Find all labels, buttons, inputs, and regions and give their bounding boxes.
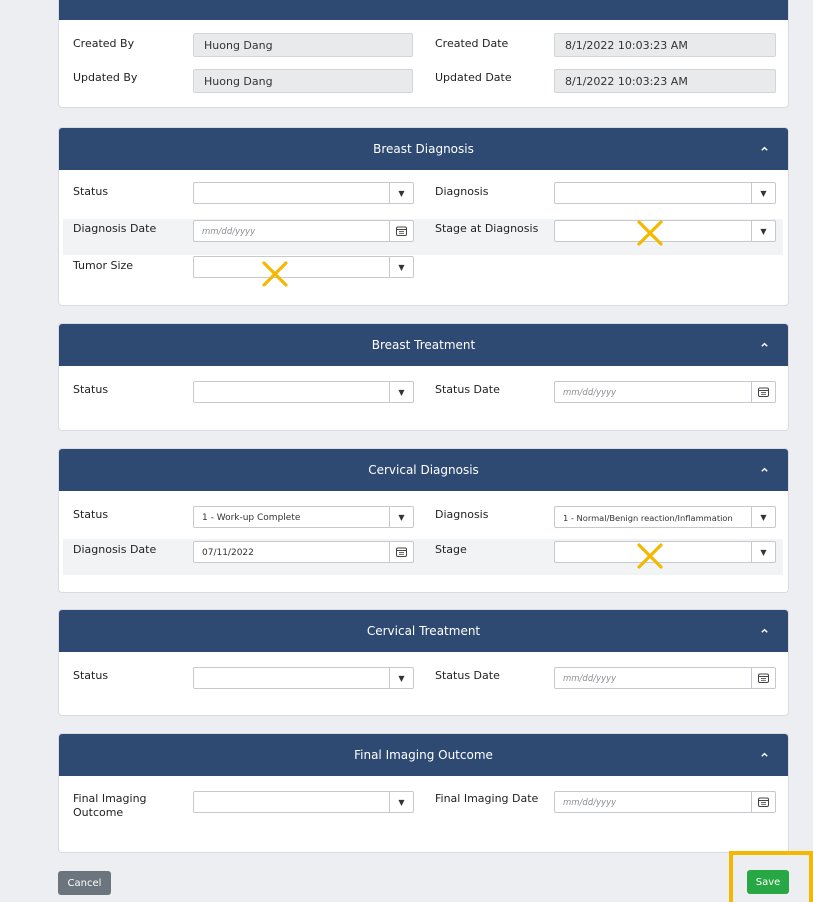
fi-outcome-select[interactable]: ▼: [193, 791, 414, 813]
breast-diagnosis-title: Breast Diagnosis: [373, 142, 474, 156]
breast-diagnosis-card: Breast Diagnosis Status ▼ Diagnosis ▼ Di…: [58, 127, 789, 306]
audit-card: Created By Huong Dang Created Date 8/1/2…: [58, 0, 789, 108]
caret-down-icon[interactable]: ▼: [389, 183, 413, 203]
fi-date-input[interactable]: mm/dd/yyyy: [554, 791, 776, 813]
cervical-treatment-title: Cervical Treatment: [366, 624, 481, 638]
cervical-treatment-card: Cervical Treatment Status ▼ Status Date …: [58, 609, 789, 716]
bd-date-input[interactable]: mm/dd/yyyy: [193, 220, 414, 242]
calendar-icon[interactable]: [389, 221, 413, 241]
caret-down-icon[interactable]: ▼: [389, 257, 413, 277]
ct-date-placeholder: mm/dd/yyyy: [563, 674, 617, 684]
bt-date-input[interactable]: mm/dd/yyyy: [554, 381, 776, 403]
updated-date-value: 8/1/2022 10:03:23 AM: [565, 75, 688, 88]
fi-outcome-label-line1: Final Imaging: [73, 792, 147, 805]
created-by-field: Huong Dang: [193, 33, 413, 57]
cervical-diagnosis-card: Cervical Diagnosis Status 1 - Work-up Co…: [58, 448, 789, 593]
save-button[interactable]: Save: [747, 870, 789, 894]
fi-outcome-label: Final Imaging Outcome: [73, 792, 147, 820]
bd-diagnosis-label: Diagnosis: [435, 185, 489, 198]
calendar-icon[interactable]: [751, 382, 775, 402]
calendar-icon[interactable]: [751, 792, 775, 812]
created-by-label: Created By: [73, 37, 135, 50]
breast-treatment-card: Breast Treatment Status ▼ Status Date mm…: [58, 323, 789, 431]
updated-by-field: Huong Dang: [193, 69, 413, 93]
bt-status-label: Status: [73, 383, 109, 396]
cd-stage-select[interactable]: ▼: [554, 541, 776, 563]
chevron-up-icon[interactable]: [760, 750, 769, 759]
chevron-up-icon[interactable]: [760, 340, 769, 349]
ct-date-input[interactable]: mm/dd/yyyy: [554, 667, 776, 689]
bd-stage-select[interactable]: ▼: [554, 220, 776, 242]
caret-down-icon[interactable]: ▼: [751, 221, 775, 241]
caret-down-icon[interactable]: ▼: [389, 792, 413, 812]
caret-down-icon[interactable]: ▼: [751, 183, 775, 203]
breast-treatment-header[interactable]: Breast Treatment: [59, 324, 788, 366]
cervical-diagnosis-title: Cervical Diagnosis: [368, 463, 479, 477]
bd-date-label: Diagnosis Date: [73, 222, 157, 235]
caret-down-icon[interactable]: ▼: [389, 507, 413, 527]
x-mark-icon: [637, 220, 663, 246]
bt-date-label: Status Date: [435, 383, 500, 396]
created-date-field: 8/1/2022 10:03:23 AM: [554, 33, 776, 57]
cervical-treatment-header[interactable]: Cervical Treatment: [59, 610, 788, 652]
x-mark-icon: [637, 543, 663, 569]
cd-status-value: 1 - Work-up Complete: [202, 513, 301, 523]
cd-date-label: Diagnosis Date: [73, 543, 157, 556]
bt-date-placeholder: mm/dd/yyyy: [563, 388, 617, 398]
final-imaging-card: Final Imaging Outcome Final Imaging Outc…: [58, 733, 789, 853]
chevron-up-icon[interactable]: [760, 626, 769, 635]
x-mark-icon: [262, 261, 288, 287]
calendar-icon[interactable]: [389, 542, 413, 562]
final-imaging-header[interactable]: Final Imaging Outcome: [59, 734, 788, 776]
caret-down-icon[interactable]: ▼: [751, 507, 775, 527]
created-by-value: Huong Dang: [204, 39, 273, 52]
final-imaging-title: Final Imaging Outcome: [354, 748, 493, 762]
created-date-value: 8/1/2022 10:03:23 AM: [565, 39, 688, 52]
cd-diagnosis-value: 1 - Normal/Benign reaction/Inflammation: [563, 513, 733, 523]
bd-tumor-select[interactable]: ▼: [193, 256, 414, 278]
fi-outcome-label-line2: Outcome: [73, 806, 124, 819]
cd-diagnosis-label: Diagnosis: [435, 508, 489, 521]
cancel-button[interactable]: Cancel: [58, 871, 111, 895]
calendar-icon[interactable]: [751, 668, 775, 688]
bd-status-select[interactable]: ▼: [193, 182, 414, 204]
ct-status-select[interactable]: ▼: [193, 667, 414, 689]
bd-diagnosis-select[interactable]: ▼: [554, 182, 776, 204]
ct-status-label: Status: [73, 669, 109, 682]
bd-tumor-label: Tumor Size: [73, 259, 134, 272]
updated-by-label: Updated By: [73, 71, 138, 84]
cd-status-select[interactable]: 1 - Work-up Complete ▼: [193, 506, 414, 528]
updated-date-field: 8/1/2022 10:03:23 AM: [554, 69, 776, 93]
fi-date-placeholder: mm/dd/yyyy: [563, 798, 617, 808]
caret-down-icon[interactable]: ▼: [751, 542, 775, 562]
cd-status-label: Status: [73, 508, 109, 521]
chevron-up-icon[interactable]: [760, 465, 769, 474]
bd-status-label: Status: [73, 185, 109, 198]
created-date-label: Created Date: [435, 37, 509, 50]
breast-treatment-title: Breast Treatment: [371, 338, 476, 352]
cd-diagnosis-select[interactable]: 1 - Normal/Benign reaction/Inflammation …: [554, 506, 776, 528]
cd-date-input[interactable]: 07/11/2022: [193, 541, 414, 563]
chevron-up-icon[interactable]: [760, 144, 769, 153]
fi-date-label: Final Imaging Date: [435, 792, 539, 805]
caret-down-icon[interactable]: ▼: [389, 668, 413, 688]
updated-by-value: Huong Dang: [204, 75, 273, 88]
ct-date-label: Status Date: [435, 669, 500, 682]
breast-diagnosis-header[interactable]: Breast Diagnosis: [59, 128, 788, 170]
caret-down-icon[interactable]: ▼: [389, 382, 413, 402]
cervical-diagnosis-header[interactable]: Cervical Diagnosis: [59, 449, 788, 491]
audit-card-header-strip: [59, 0, 788, 20]
cd-date-value: 07/11/2022: [202, 548, 254, 558]
bd-stage-label: Stage at Diagnosis: [435, 222, 539, 235]
updated-date-label: Updated Date: [435, 71, 512, 84]
cd-stage-label: Stage: [435, 543, 467, 556]
bt-status-select[interactable]: ▼: [193, 381, 414, 403]
bd-date-placeholder: mm/dd/yyyy: [202, 227, 256, 237]
